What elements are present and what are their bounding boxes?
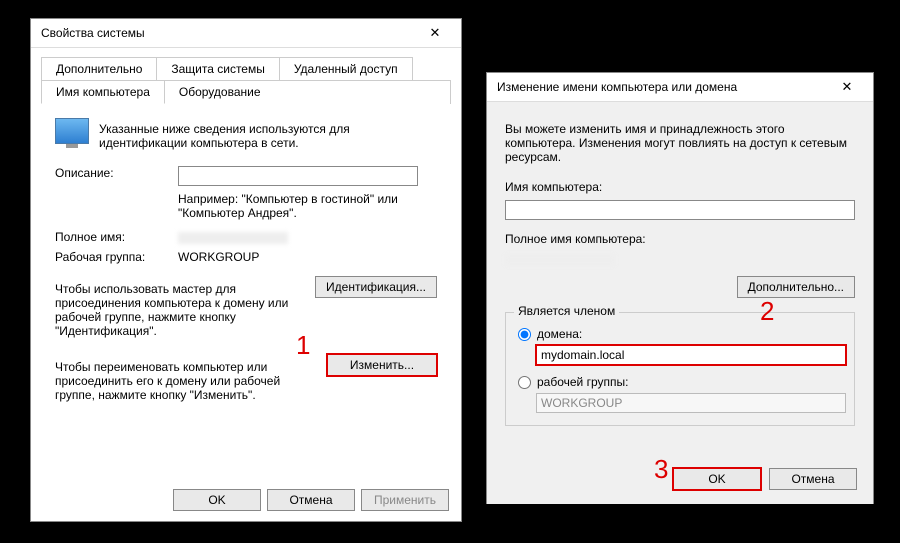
description-hint: Например: "Компьютер в гостиной" или "Ко…: [178, 192, 437, 220]
workgroup-radio[interactable]: [518, 376, 531, 389]
fullname-label: Полное имя:: [55, 230, 170, 244]
close-icon[interactable]: ✕: [415, 22, 455, 44]
apply-button[interactable]: Применить: [361, 489, 449, 511]
tab-body: Указанные ниже сведения используются для…: [41, 104, 451, 430]
computer-icon: [55, 118, 89, 144]
tab-advanced[interactable]: Дополнительно: [41, 57, 157, 80]
computer-name-change-window: Изменение имени компьютера или домена ✕ …: [486, 72, 874, 504]
workgroup-radio-label: рабочей группы:: [537, 375, 628, 389]
window-title-2: Изменение имени компьютера или домена: [497, 80, 737, 94]
tab-computer-name[interactable]: Имя компьютера: [41, 80, 165, 104]
fullname-label-2: Полное имя компьютера:: [505, 232, 855, 246]
cancel-button[interactable]: Отмена: [267, 489, 355, 511]
dialog-footer: OK Отмена Применить: [173, 489, 449, 511]
computer-name-label: Имя компьютера:: [505, 180, 855, 194]
fullname-value: [178, 230, 288, 244]
computer-name-input[interactable]: [505, 200, 855, 220]
titlebar[interactable]: Свойства системы ✕: [31, 19, 461, 48]
tab-remote[interactable]: Удаленный доступ: [280, 57, 413, 80]
workgroup-label: Рабочая группа:: [55, 250, 170, 264]
intro-text-2: Вы можете изменить имя и принадлежность …: [505, 122, 855, 164]
workgroup-value: WORKGROUP: [178, 250, 259, 264]
ok-button-2[interactable]: OK: [673, 468, 761, 490]
tab-system-protection[interactable]: Защита системы: [157, 57, 279, 80]
change-text: Чтобы переименовать компьютер или присое…: [55, 360, 315, 402]
tab-hardware[interactable]: Оборудование: [165, 80, 451, 104]
description-label: Описание:: [55, 166, 170, 180]
intro-text: Указанные ниже сведения используются для…: [99, 122, 437, 150]
close-icon-2[interactable]: ✕: [827, 76, 867, 98]
more-button[interactable]: Дополнительно...: [737, 276, 855, 298]
fullname-value-2: [505, 252, 855, 266]
domain-input[interactable]: [536, 345, 846, 365]
group-legend: Является членом: [514, 304, 619, 318]
window-title: Свойства системы: [41, 26, 145, 40]
domain-radio-label: домена:: [537, 327, 582, 341]
domain-radio[interactable]: [518, 328, 531, 341]
description-input[interactable]: [178, 166, 418, 186]
identification-button[interactable]: Идентификация...: [315, 276, 437, 298]
identification-text: Чтобы использовать мастер для присоедине…: [55, 282, 303, 338]
member-of-group: Является членом домена: рабочей группы: …: [505, 312, 855, 426]
change-button[interactable]: Изменить...: [327, 354, 437, 376]
titlebar-2[interactable]: Изменение имени компьютера или домена ✕: [487, 73, 873, 102]
cancel-button-2[interactable]: Отмена: [769, 468, 857, 490]
workgroup-input: WORKGROUP: [536, 393, 846, 413]
system-properties-window: Свойства системы ✕ Дополнительно Защита …: [30, 18, 462, 522]
ok-button[interactable]: OK: [173, 489, 261, 511]
